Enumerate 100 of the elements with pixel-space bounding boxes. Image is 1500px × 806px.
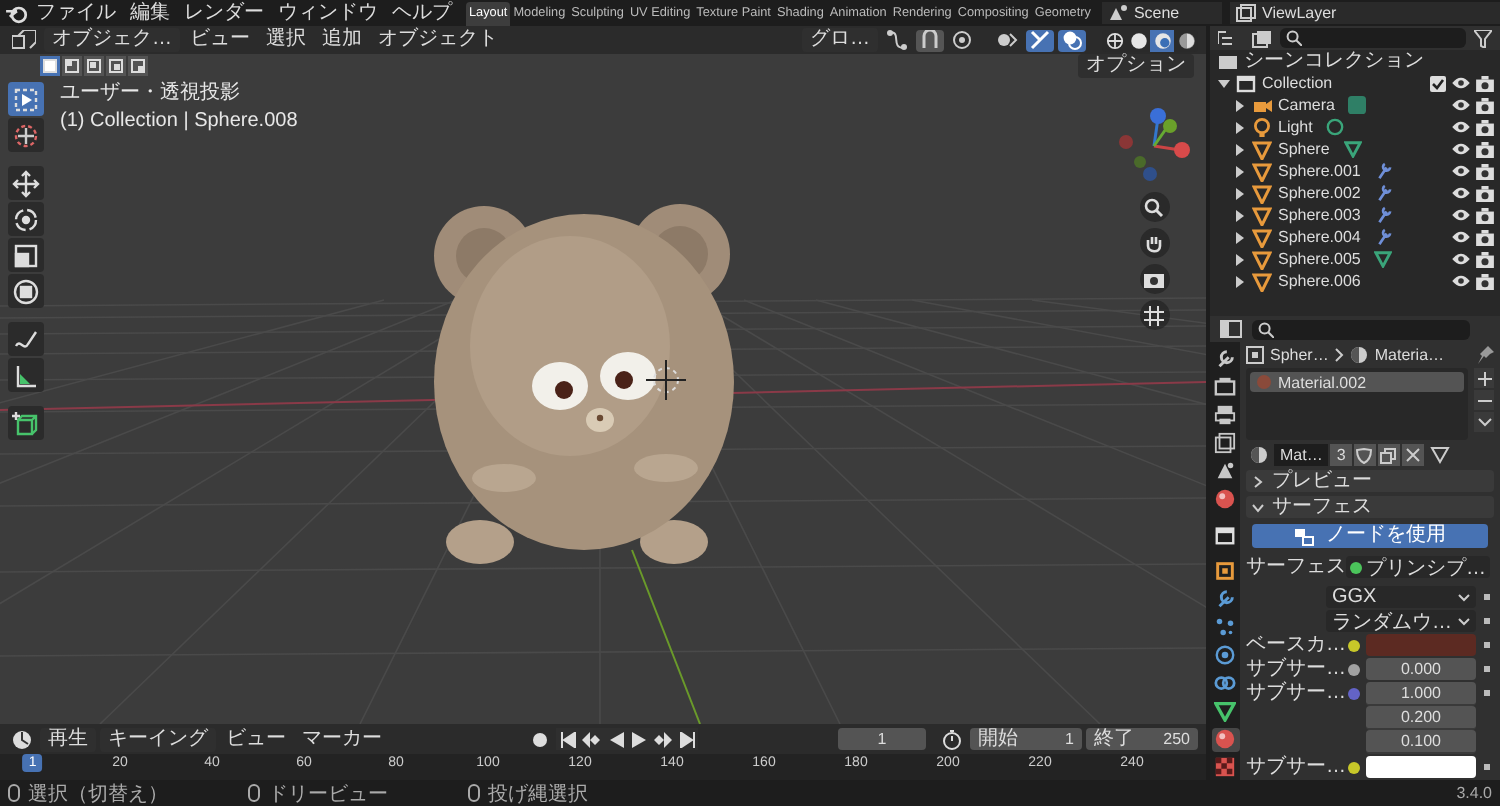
editor-type-button[interactable]: [8, 29, 40, 51]
current-frame-field[interactable]: 1: [838, 728, 926, 750]
transform-tool[interactable]: [8, 274, 44, 308]
wrench-icon[interactable]: [1374, 206, 1393, 224]
use-nodes-button[interactable]: ノードを使用: [1252, 524, 1488, 548]
wrench-icon[interactable]: [1374, 162, 1393, 180]
collapsed-arrow-icon[interactable]: [1234, 187, 1246, 199]
perspective-toggle-button[interactable]: [1139, 300, 1169, 330]
material-name-field[interactable]: Mat…: [1274, 444, 1329, 466]
rotate-tool[interactable]: [8, 202, 44, 236]
wrench-icon[interactable]: [1374, 228, 1393, 246]
camera-data-icon[interactable]: [1348, 96, 1367, 114]
filter-mode-button[interactable]: [1248, 27, 1276, 49]
outliner-item[interactable]: Sphere.004: [1278, 228, 1361, 246]
socket-dot[interactable]: [1348, 663, 1360, 675]
start-frame-field[interactable]: 開始 1: [970, 728, 1082, 750]
play-button[interactable]: [628, 728, 650, 750]
texture-tab[interactable]: [1211, 755, 1239, 780]
view-layer-tab[interactable]: [1211, 430, 1239, 455]
dropdown[interactable]: GGX: [1326, 586, 1476, 608]
dropdown[interactable]: ランダムウ…: [1326, 610, 1476, 632]
eye-icon[interactable]: [1452, 142, 1470, 156]
annotate-tool[interactable]: [8, 322, 44, 356]
mesh-data-tab[interactable]: [1211, 699, 1239, 724]
material-slot[interactable]: Material.002: [1250, 372, 1464, 392]
collapsed-arrow-icon[interactable]: [1234, 143, 1246, 155]
eye-icon[interactable]: [1452, 230, 1470, 244]
blender-logo-icon[interactable]: [6, 3, 28, 23]
number-field[interactable]: 0.100: [1366, 730, 1476, 754]
constraints-tab[interactable]: [1211, 671, 1239, 696]
menu-item[interactable]: 追加: [316, 28, 368, 52]
selection-mode-button[interactable]: [40, 56, 60, 76]
eye-icon[interactable]: [1452, 76, 1470, 90]
collapsed-arrow-icon[interactable]: [1234, 165, 1246, 177]
record-button[interactable]: [528, 728, 552, 750]
previous-keyframe-button[interactable]: [580, 728, 602, 750]
fake-user-button[interactable]: [1353, 444, 1376, 466]
socket-dot[interactable]: [1350, 561, 1362, 573]
overlay-toggle-button[interactable]: [1058, 29, 1086, 51]
material-browse-button[interactable]: [1246, 444, 1272, 466]
preview-range-button[interactable]: [938, 728, 966, 750]
outliner-item[interactable]: Sphere.001: [1278, 162, 1361, 180]
mode-dropdown[interactable]: オブジェク…: [44, 28, 180, 52]
output-tab[interactable]: [1211, 402, 1239, 427]
collapsed-arrow-icon[interactable]: [1234, 253, 1246, 265]
menu-item[interactable]: マーカー: [296, 727, 388, 751]
add-slot-button[interactable]: [1474, 368, 1494, 388]
eye-icon[interactable]: [1452, 186, 1470, 200]
number-field[interactable]: 0.000: [1366, 658, 1476, 680]
slot-menu-button[interactable]: [1474, 412, 1494, 432]
camera-icon[interactable]: [1476, 141, 1494, 157]
selection-mode-button[interactable]: [106, 56, 126, 76]
menu-item[interactable]: 選択: [260, 28, 312, 52]
menu-item[interactable]: ビュー: [220, 727, 292, 751]
menu-item[interactable]: レンダー: [178, 1, 270, 25]
outliner-item[interactable]: Camera: [1278, 96, 1335, 114]
shading-mode-button[interactable]: [1102, 29, 1126, 51]
camera-icon[interactable]: [1476, 75, 1494, 91]
panel-header[interactable]: サーフェス: [1246, 496, 1494, 518]
eye-icon[interactable]: [1452, 252, 1470, 266]
collapsed-arrow-icon[interactable]: [1234, 209, 1246, 221]
outliner-item[interactable]: Sphere: [1278, 140, 1330, 158]
menu-item[interactable]: ウィンドウ: [272, 1, 384, 25]
collapsed-arrow-icon[interactable]: [1234, 121, 1246, 133]
panel-header[interactable]: プレビュー: [1246, 470, 1494, 492]
eye-icon[interactable]: [1452, 164, 1470, 178]
move-tool[interactable]: [8, 166, 44, 200]
pivot-button[interactable]: [882, 29, 912, 51]
gizmo-toggle-button[interactable]: [1026, 29, 1054, 51]
camera-icon[interactable]: [1476, 273, 1494, 289]
shading-mode-button[interactable]: [1126, 29, 1150, 51]
shading-mode-button[interactable]: [1174, 29, 1198, 51]
cursor-tool[interactable]: [8, 118, 44, 152]
zoom-button[interactable]: [1139, 192, 1169, 222]
menu-item[interactable]: ヘルプ: [386, 1, 458, 25]
triangle-data-icon[interactable]: [1374, 250, 1393, 268]
eye-icon[interactable]: [1452, 120, 1470, 134]
collapsed-arrow-icon[interactable]: [1234, 275, 1246, 287]
camera-icon[interactable]: [1476, 229, 1494, 245]
user-count-button[interactable]: 3: [1330, 444, 1352, 466]
visibility-button[interactable]: [992, 29, 1022, 51]
snap-button[interactable]: [916, 29, 944, 51]
pan-button[interactable]: [1139, 228, 1169, 258]
filter-button[interactable]: [1470, 27, 1496, 49]
object-tab[interactable]: [1211, 558, 1239, 583]
outliner-item[interactable]: Sphere.002: [1278, 184, 1361, 202]
expanded-arrow-icon[interactable]: [1218, 77, 1230, 89]
measure-tool[interactable]: [8, 358, 44, 392]
outliner-item[interactable]: Sphere.005: [1278, 250, 1361, 268]
orientation-dropdown[interactable]: グロ…: [802, 28, 878, 52]
physics-tab[interactable]: [1211, 643, 1239, 668]
socket-dot[interactable]: [1348, 639, 1360, 651]
number-field[interactable]: 1.000: [1366, 682, 1476, 706]
scale-tool[interactable]: [8, 238, 44, 272]
outliner-item[interactable]: Collection: [1262, 74, 1333, 92]
unlink-button[interactable]: [1401, 444, 1424, 466]
outliner-item[interactable]: Sphere.006: [1278, 272, 1361, 290]
collection-tab[interactable]: [1211, 522, 1239, 547]
next-keyframe-button[interactable]: [652, 728, 674, 750]
eye-icon[interactable]: [1452, 274, 1470, 288]
